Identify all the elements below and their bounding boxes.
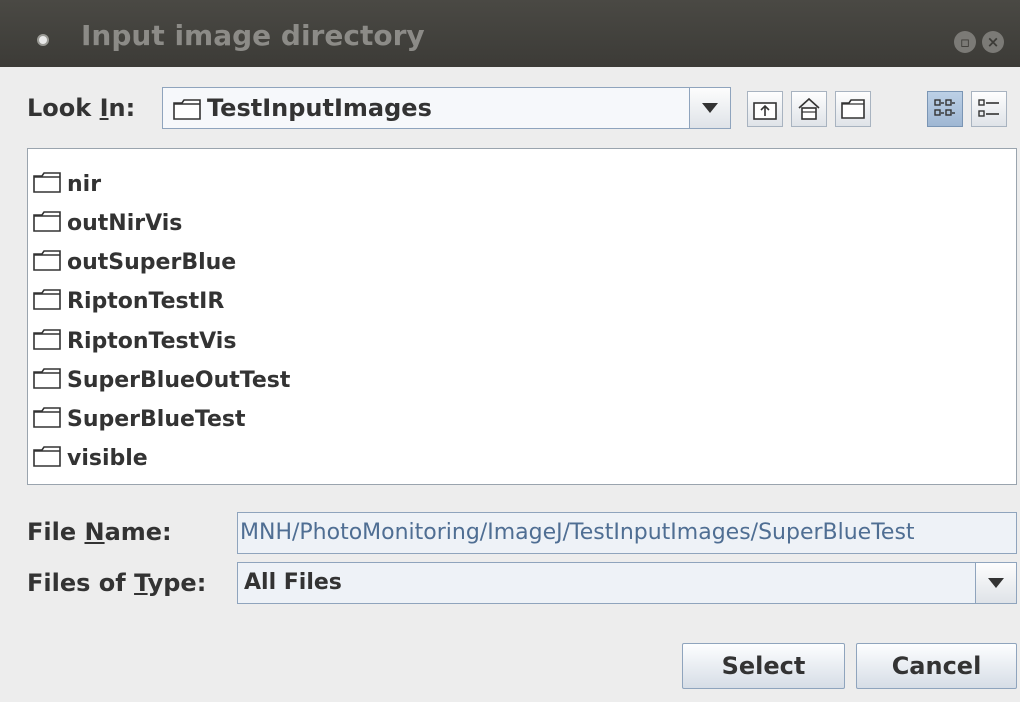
file-type-combo[interactable]: All Files (237, 562, 1017, 604)
list-item-label: nir (67, 171, 102, 197)
home-icon (798, 97, 820, 120)
folder-icon (33, 367, 61, 393)
cancel-button[interactable]: Cancel (856, 643, 1017, 689)
folder-icon (33, 445, 61, 471)
title-bar: Input image directory ▫ × (0, 0, 1020, 67)
list-item[interactable]: outNirVis (33, 208, 182, 238)
window-title: Input image directory (81, 19, 425, 52)
file-name-label: File Name: (27, 518, 172, 546)
folder-icon (33, 210, 61, 236)
folder-icon (173, 98, 201, 124)
list-item-label: outNirVis (67, 210, 183, 236)
folder-icon (33, 249, 61, 275)
maximize-icon[interactable]: ▫ (954, 31, 976, 53)
file-type-label: Files of Type: (27, 569, 207, 597)
list-item[interactable]: outSuperBlue (33, 247, 236, 277)
chevron-down-icon (988, 578, 1004, 588)
look-in-dropdown-button[interactable] (689, 88, 730, 128)
list-item-label: RiptonTestIR (67, 288, 225, 314)
folder-icon (33, 288, 61, 314)
new-folder-icon (841, 99, 865, 119)
file-type-dropdown-button[interactable] (975, 563, 1016, 603)
file-type-value: All Files (244, 570, 342, 595)
folder-icon (33, 328, 61, 354)
close-icon[interactable]: × (982, 31, 1004, 53)
folder-icon (33, 171, 61, 197)
up-one-level-button[interactable] (747, 91, 783, 127)
select-button[interactable]: Select (682, 643, 845, 689)
list-item[interactable]: visible (33, 443, 148, 473)
list-item-label: SuperBlueTest (67, 406, 246, 432)
list-item[interactable]: RiptonTestVis (33, 326, 236, 356)
look-in-combo[interactable]: TestInputImages (162, 87, 731, 129)
list-item[interactable]: nir (33, 169, 101, 199)
list-item-label: visible (67, 445, 148, 471)
window-menu-icon[interactable] (37, 34, 49, 46)
list-item-label: RiptonTestVis (67, 328, 237, 354)
home-button[interactable] (791, 91, 827, 127)
details-view-button[interactable] (971, 91, 1007, 127)
look-in-value: TestInputImages (207, 94, 432, 122)
new-folder-button[interactable] (835, 91, 871, 127)
list-item[interactable]: SuperBlueOutTest (33, 365, 290, 395)
folder-icon (33, 406, 61, 432)
look-in-label: Look In: (27, 94, 136, 122)
file-name-field[interactable]: MNH/PhotoMonitoring/ImageJ/TestInputImag… (237, 512, 1017, 554)
details-view-icon (978, 99, 999, 117)
chevron-down-icon (702, 103, 718, 113)
up-one-level-icon (753, 102, 777, 120)
list-item-label: SuperBlueOutTest (67, 367, 291, 393)
list-view-button[interactable] (927, 91, 963, 127)
list-item[interactable]: SuperBlueTest (33, 404, 246, 434)
list-item[interactable]: RiptonTestIR (33, 286, 224, 316)
list-view-icon (934, 99, 955, 116)
file-name-value: MNH/PhotoMonitoring/ImageJ/TestInputImag… (240, 520, 915, 545)
list-item-label: outSuperBlue (67, 249, 237, 275)
file-list[interactable]: nir outNirVis outSuperBlue RiptonTestIR … (27, 148, 1017, 485)
